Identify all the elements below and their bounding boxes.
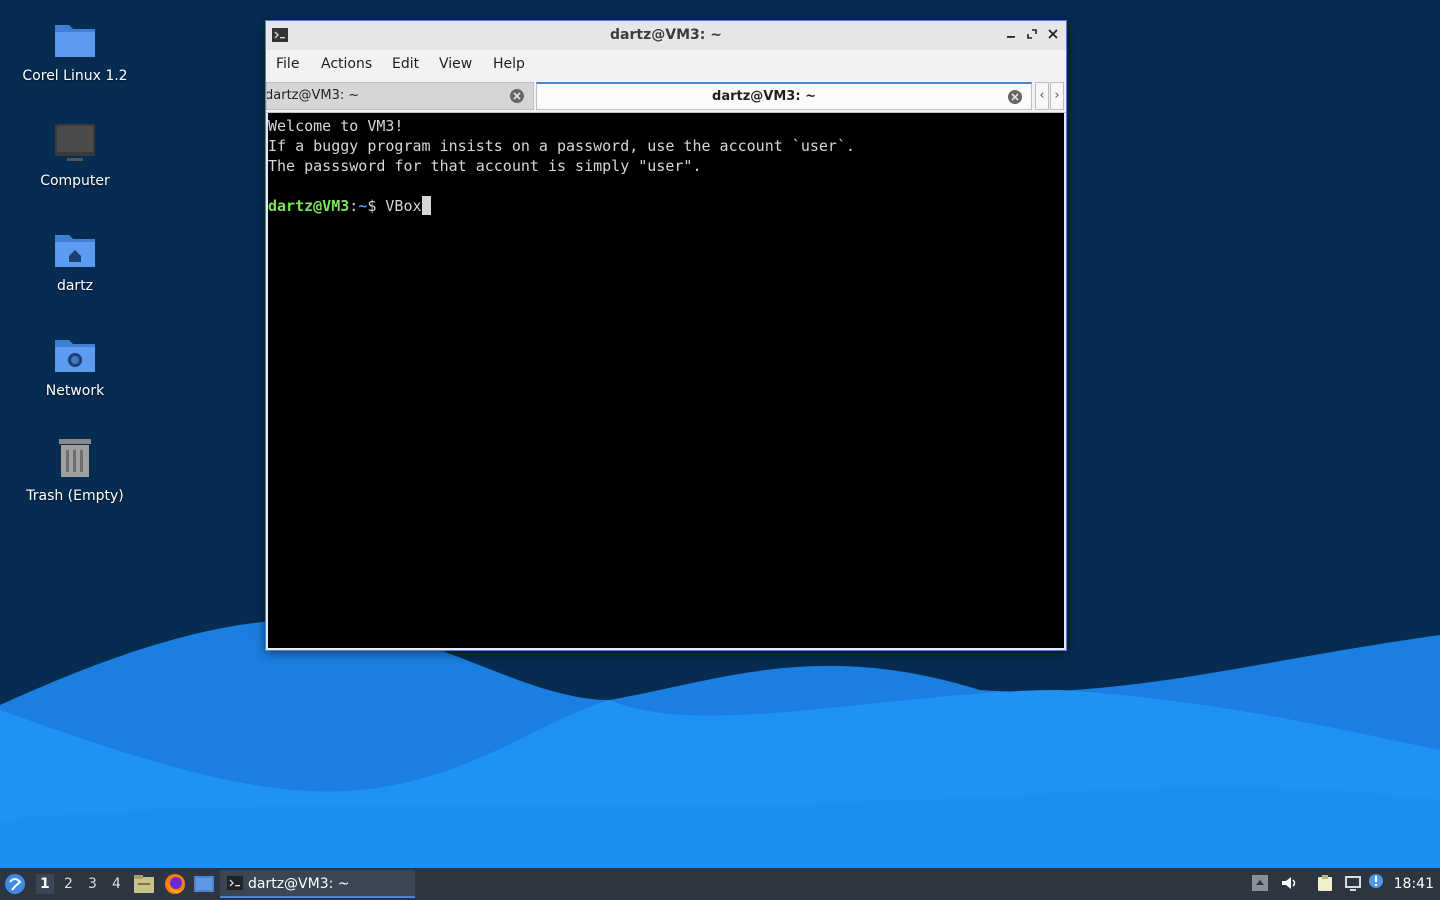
- maximize-button[interactable]: [1023, 26, 1041, 44]
- command-input[interactable]: VBox: [385, 197, 421, 215]
- upload-tray-icon[interactable]: [1251, 874, 1269, 892]
- tab-bar: dartz@VM3: ~ dartz@VM3: ~ ‹ ›: [266, 80, 1066, 113]
- desktop-icon-network[interactable]: Network: [15, 330, 135, 400]
- desktop-icon-trash[interactable]: Trash (Empty): [15, 435, 135, 505]
- desktop-icon-corel-linux[interactable]: Corel Linux 1.2: [15, 15, 135, 85]
- prompt-separator: :: [349, 197, 359, 215]
- volume-icon[interactable]: [1280, 874, 1298, 892]
- computer-icon: [55, 124, 95, 161]
- prompt-symbol: $: [367, 197, 386, 215]
- terminal-line: If a buggy program insists on a password…: [268, 137, 855, 155]
- window-titlebar[interactable]: dartz@VM3: ~: [266, 21, 1066, 51]
- maximize-icon: [1027, 29, 1037, 39]
- network-tray-icon[interactable]: [1344, 874, 1362, 892]
- terminal-window[interactable]: dartz@VM3: ~ File Actions Edit View Help…: [265, 20, 1067, 651]
- tab-terminal-2[interactable]: dartz@VM3: ~: [536, 82, 1032, 110]
- home-folder-icon: [55, 235, 95, 267]
- desktop-icon-label: Computer: [40, 173, 110, 189]
- tab-scroll-left-button[interactable]: ‹: [1035, 82, 1049, 110]
- prompt-user: dartz@VM3: [268, 197, 350, 215]
- tab-close-icon[interactable]: [509, 88, 525, 104]
- window-title: dartz@VM3: ~: [610, 27, 722, 43]
- terminal-line: The passsword for that account is simply…: [268, 157, 702, 175]
- app-menu-icon[interactable]: [4, 873, 26, 895]
- desktop-icon-label: Corel Linux 1.2: [22, 68, 128, 84]
- terminal-line: Welcome to VM3!: [268, 117, 404, 135]
- menu-bar: File Actions Edit View Help: [266, 50, 1066, 80]
- desktop-icon-dartz-home[interactable]: dartz: [15, 225, 135, 295]
- desktop-icon-computer[interactable]: Computer: [15, 120, 135, 190]
- close-button[interactable]: [1044, 26, 1062, 44]
- desktop-icon-label: dartz: [56, 278, 94, 294]
- notification-icon[interactable]: [1368, 873, 1384, 889]
- minimize-button[interactable]: [1002, 26, 1020, 44]
- terminal-output[interactable]: Welcome to VM3! If a buggy program insis…: [268, 113, 1064, 648]
- clock[interactable]: 18:41: [1394, 876, 1434, 892]
- folder-icon: [55, 25, 95, 57]
- workspace-1[interactable]: 1: [36, 874, 54, 894]
- tab-label: dartz@VM3: ~: [266, 88, 360, 103]
- tab-scroll-right-button[interactable]: ›: [1050, 82, 1064, 110]
- minimize-icon: [1007, 36, 1015, 38]
- close-icon: [1048, 29, 1058, 39]
- desktop-icon-label: Network: [45, 383, 105, 399]
- taskbar: 1 2 3 4 dartz@VM3: ~ 18:41: [0, 868, 1440, 900]
- file-manager-icon[interactable]: [134, 875, 154, 893]
- firefox-icon[interactable]: [164, 873, 186, 895]
- text-cursor: [421, 196, 431, 215]
- clipboard-icon[interactable]: [1316, 874, 1334, 892]
- trash-icon: [59, 439, 91, 477]
- network-folder-icon: [55, 340, 95, 372]
- show-desktop-icon[interactable]: [194, 876, 214, 892]
- menu-view[interactable]: View: [439, 56, 472, 72]
- taskbar-task-terminal[interactable]: dartz@VM3: ~: [220, 870, 415, 898]
- desktop-icon-label: Trash (Empty): [26, 488, 124, 504]
- tab-close-icon[interactable]: [1007, 89, 1023, 105]
- menu-edit[interactable]: Edit: [392, 56, 419, 72]
- workspace-4[interactable]: 4: [112, 876, 121, 892]
- prompt-path: ~: [358, 197, 368, 215]
- tab-label: dartz@VM3: ~: [712, 89, 816, 104]
- menu-help[interactable]: Help: [493, 56, 525, 72]
- terminal-icon: [227, 876, 243, 890]
- tab-terminal-1[interactable]: dartz@VM3: ~: [266, 82, 534, 110]
- menu-file[interactable]: File: [276, 56, 299, 72]
- terminal-prompt-line[interactable]: dartz@VM3:~$ VBox: [268, 196, 1064, 216]
- workspace-2[interactable]: 2: [64, 876, 73, 892]
- workspace-3[interactable]: 3: [88, 876, 97, 892]
- menu-actions[interactable]: Actions: [321, 56, 372, 72]
- task-label: dartz@VM3: ~: [248, 876, 350, 892]
